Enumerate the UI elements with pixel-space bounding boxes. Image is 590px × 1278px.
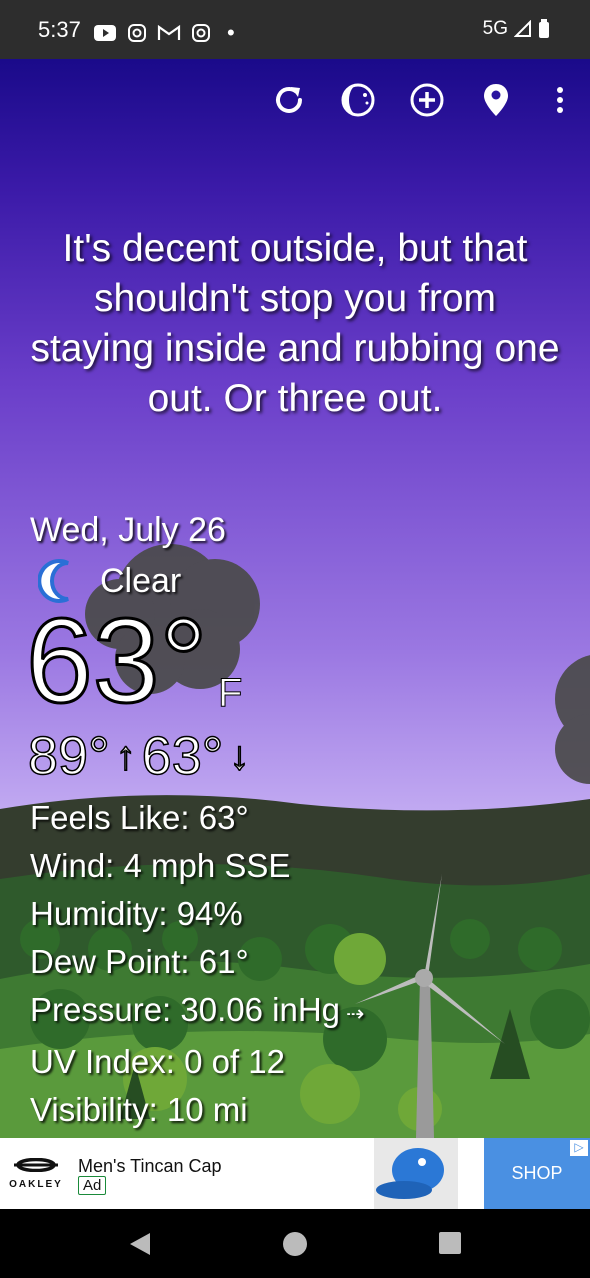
ad-product-image[interactable] xyxy=(374,1138,458,1209)
pressure-row: Pressure: 30.06 inHg ⇢ xyxy=(30,986,364,1038)
battery-icon xyxy=(539,19,549,38)
visibility: Visibility: 10 mi xyxy=(30,1091,248,1128)
signal-icon xyxy=(514,20,531,37)
snarky-quote: It's decent outside, but that shouldn't … xyxy=(30,227,560,420)
temperature-unit: F xyxy=(217,671,243,716)
pressure: Pressure: 30.06 inHg xyxy=(30,991,341,1028)
ad-banner[interactable]: OAKLEY Men's Tincan Cap Ad SHOP ▷ xyxy=(0,1138,590,1209)
humidity: Humidity: 94% xyxy=(30,895,243,932)
more-vert-icon xyxy=(557,87,563,113)
current-temperature: 63° xyxy=(24,594,208,728)
low-temperature: 63° xyxy=(141,725,224,787)
ad-badge: Ad xyxy=(78,1176,107,1195)
back-icon[interactable] xyxy=(128,1231,152,1257)
status-bar: 5:37 • 5G xyxy=(0,0,590,59)
high-low-row: 89° ↑ 63° ↓ xyxy=(27,725,255,787)
gmail-icon xyxy=(157,24,181,40)
current-date: Wed, July 26 xyxy=(30,511,226,549)
brand-name: OAKLEY xyxy=(9,1179,63,1190)
toolbar xyxy=(254,79,590,121)
wind: Wind: 4 mph SSE xyxy=(30,847,291,884)
dot-icon: • xyxy=(227,20,235,45)
dew-point: Dew Point: 61° xyxy=(30,943,249,980)
location-pin-icon xyxy=(483,84,508,116)
youtube-icon xyxy=(94,25,116,41)
arrow-down-icon: ↓ xyxy=(229,733,251,779)
arrow-up-icon: ↑ xyxy=(115,733,137,779)
oakley-logo-icon xyxy=(14,1157,58,1173)
notification-icons: • xyxy=(93,20,235,46)
ad-title[interactable]: Men's Tincan Cap xyxy=(78,1156,222,1177)
refresh-button[interactable] xyxy=(254,79,323,121)
theme-button[interactable] xyxy=(323,79,392,121)
adchoices-icon[interactable]: ▷ xyxy=(570,1140,588,1156)
brand-logo: OAKLEY xyxy=(6,1157,66,1190)
navigation-bar xyxy=(0,1209,590,1278)
add-location-icon xyxy=(410,83,443,117)
status-right: 5G xyxy=(483,18,550,40)
weather-details: Feels Like: 63° Wind: 4 mph SSE Humidity… xyxy=(30,794,364,1134)
instagram-icon xyxy=(128,24,146,42)
feels-like: Feels Like: 63° xyxy=(30,799,249,836)
instagram-icon xyxy=(192,24,210,42)
more-options-button[interactable] xyxy=(530,79,590,121)
status-time: 5:37 xyxy=(38,17,81,42)
uv-index: UV Index: 0 of 12 xyxy=(30,1043,285,1080)
location-pin-button[interactable] xyxy=(461,79,530,121)
pressure-steady-icon: ⇢ xyxy=(346,1001,365,1026)
cap-image-icon xyxy=(376,1148,444,1199)
network-label: 5G xyxy=(482,18,508,39)
refresh-icon xyxy=(275,87,302,113)
high-temperature: 89° xyxy=(27,725,110,787)
recents-icon[interactable] xyxy=(438,1231,462,1255)
home-icon[interactable] xyxy=(282,1231,308,1257)
theme-icon xyxy=(341,83,374,117)
add-location-button[interactable] xyxy=(392,79,461,121)
weather-scene: It's decent outside, but that shouldn't … xyxy=(0,59,590,1138)
